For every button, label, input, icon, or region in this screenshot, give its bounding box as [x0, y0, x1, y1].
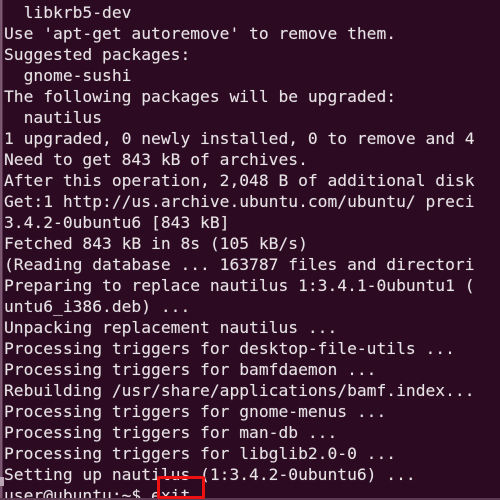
terminal-line: Use 'apt-get autoremove' to remove them. — [4, 24, 397, 43]
terminal-line: Processing triggers for libglib2.0-0 ... — [4, 444, 397, 463]
terminal-output-area[interactable]: libkrb5-dev Use 'apt-get autoremove' to r… — [0, 0, 500, 500]
terminal-line: 1 upgraded, 0 newly installed, 0 to remo… — [4, 129, 475, 148]
terminal-window: libkrb5-dev Use 'apt-get autoremove' to r… — [0, 0, 500, 500]
terminal-line: (Reading database ... 163787 files and d… — [4, 255, 475, 274]
terminal-line: After this operation, 2,048 B of additio… — [4, 171, 475, 190]
terminal-line: gnome-sushi — [4, 66, 132, 85]
terminal-line: Suggested packages: — [4, 45, 191, 64]
terminal-line: 3.4.2-0ubuntu6 [843 kB] — [4, 213, 230, 232]
scrollbar-thumb[interactable] — [0, 477, 4, 486]
terminal-line: nautilus — [4, 108, 103, 127]
terminal-line: Processing triggers for gnome-menus ... — [4, 402, 387, 421]
terminal-line: Processing triggers for bamfdaemon ... — [4, 360, 377, 379]
terminal-line: Processing triggers for man-db ... — [4, 423, 338, 442]
terminal-line: Setting up nautilus (1:3.4.2-0ubuntu6) .… — [4, 465, 416, 484]
terminal-line: Rebuilding /usr/share/applications/bamf.… — [4, 381, 475, 400]
terminal-line: Unpacking replacement nautilus ... — [4, 318, 338, 337]
terminal-line: untu6_i386.deb) ... — [4, 297, 191, 316]
terminal-line: Need to get 843 kB of archives. — [4, 150, 308, 169]
terminal-line: The following packages will be upgraded: — [4, 87, 397, 106]
terminal-line: Fetched 843 kB in 8s (105 kB/s) — [4, 234, 308, 253]
terminal-line: Preparing to replace nautilus 1:3.4.1-0u… — [4, 276, 475, 295]
terminal-line: libkrb5-dev — [4, 3, 132, 22]
window-border-left — [0, 0, 3, 500]
terminal-line: Processing triggers for desktop-file-uti… — [4, 339, 455, 358]
terminal-line: Get:1 http://us.archive.ubuntu.com/ubunt… — [4, 192, 475, 211]
